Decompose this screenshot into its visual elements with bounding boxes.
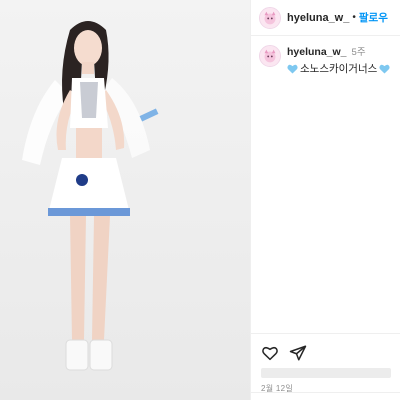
follow-button[interactable]: 팔로우 [359,10,388,25]
instagram-post: hyeluna_w_ • 팔로우 hyeluna_w_ 5주 소노스카이거너스 … [0,0,400,400]
comment-divider [251,392,400,400]
post-side-panel: hyeluna_w_ • 팔로우 hyeluna_w_ 5주 소노스카이거너스 … [250,0,400,400]
caption-avatar-icon[interactable] [259,45,281,67]
post-actions [251,334,400,364]
light-blue-heart-icon [379,64,390,74]
post-caption: hyeluna_w_ 5주 소노스카이거너스 [251,36,400,76]
heart-outline-icon[interactable] [261,344,279,362]
header-separator: • [352,12,356,23]
paper-plane-icon[interactable] [289,344,307,362]
post-footer: 2월 12일 [251,333,400,394]
caption-text-row: 소노스카이거너스 [287,61,390,76]
header-username[interactable]: hyeluna_w_ [287,12,349,24]
likes-placeholder [261,368,391,378]
post-header: hyeluna_w_ • 팔로우 [251,0,400,36]
caption-text: 소노스카이거너스 [300,63,378,75]
caption-time[interactable]: 5주 [352,44,366,58]
caption-username[interactable]: hyeluna_w_ [287,46,347,58]
light-blue-heart-icon [287,64,298,74]
cheerleader-photo [0,0,250,400]
character-avatar-icon[interactable] [259,6,281,29]
post-photo[interactable] [0,0,250,400]
caption-body: hyeluna_w_ 5주 소노스카이거너스 [287,44,390,76]
caption-head: hyeluna_w_ 5주 [287,44,390,58]
